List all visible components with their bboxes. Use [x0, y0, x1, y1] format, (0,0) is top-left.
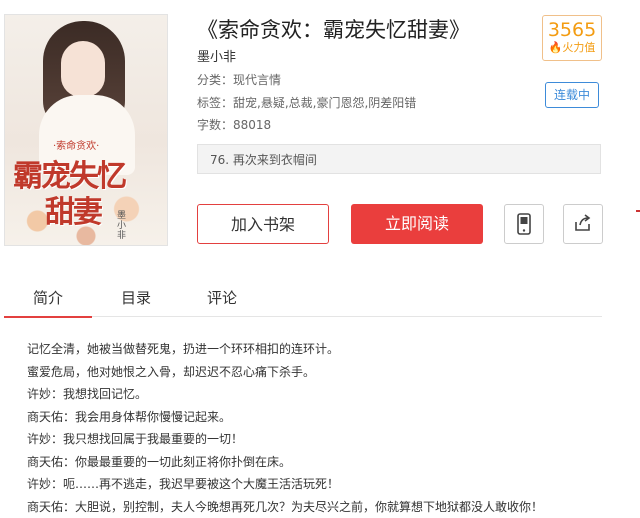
cover-author-mark: 墨小非	[117, 211, 131, 241]
category-label: 分类：	[197, 73, 233, 87]
book-cover-image[interactable]: ·索命贪欢· 霸宠失忆 甜妻 墨小非	[4, 14, 168, 246]
description-line: 蜜爱危局，他对她恨之入骨，却迟迟不忍心痛下杀手。	[27, 361, 543, 384]
description-line: 许妙：我想找回记忆。	[27, 383, 543, 406]
latest-chapter-link[interactable]: 76. 再次来到衣帽间	[197, 144, 601, 174]
tags-value: 甜宠,悬疑,总裁,豪门恩怨,阴差阳错	[233, 96, 416, 110]
read-now-button[interactable]: 立即阅读	[351, 204, 483, 244]
description-line: 商天佑：你最最重要的一切此刻正将你扑倒在床。	[27, 451, 543, 474]
mobile-read-button[interactable]	[504, 204, 544, 244]
word-count-row: 字数：88018	[197, 116, 271, 133]
word-count-value: 88018	[233, 118, 271, 132]
description-line: 许妙：我只想找回属于我最重要的一切！	[27, 428, 543, 451]
cover-small-title: ·索命贪欢·	[53, 137, 99, 152]
edge-marker	[636, 210, 640, 212]
tab-comments[interactable]: 评论	[182, 284, 262, 316]
share-icon	[573, 213, 593, 233]
tab-bar: 简介 目录 评论	[4, 284, 602, 317]
cover-figure-face	[61, 41, 105, 97]
tags-row: 标签：甜宠,悬疑,总裁,豪门恩怨,阴差阳错	[197, 94, 416, 111]
category-value[interactable]: 现代言情	[233, 73, 281, 87]
heat-value: 3565	[543, 19, 601, 41]
share-button[interactable]	[563, 204, 603, 244]
description-line: 商天佑：我会用身体帮你慢慢记起来。	[27, 406, 543, 429]
heat-badge: 3565 🔥火力值	[542, 15, 602, 61]
category-row: 分类：现代言情	[197, 71, 281, 88]
cover-title-line2: 甜妻	[45, 187, 101, 231]
book-title: 《索命贪欢：霸宠失忆甜妻》	[197, 14, 470, 44]
add-to-shelf-button[interactable]: 加入书架	[197, 204, 329, 244]
description-line: 许妙：呃……再不逃走，我迟早要被这个大魔王活活玩死！	[27, 473, 543, 496]
status-badge: 连载中	[545, 82, 599, 108]
word-count-label: 字数：	[197, 118, 233, 132]
book-description: 记忆全清，她被当做替死鬼，扔进一个环环相扣的连环计。 蜜爱危局，他对她恨之入骨，…	[27, 338, 543, 518]
tab-catalog[interactable]: 目录	[96, 284, 176, 316]
tab-intro[interactable]: 简介	[4, 284, 92, 318]
author-link[interactable]: 墨小非	[197, 46, 236, 65]
mobile-phone-icon	[514, 213, 534, 235]
fire-icon: 🔥	[549, 41, 563, 54]
tags-label: 标签：	[197, 96, 233, 110]
heat-label: 火力值	[562, 41, 595, 54]
description-line: 记忆全清，她被当做替死鬼，扔进一个环环相扣的连环计。	[27, 338, 543, 361]
heat-label-row: 🔥火力值	[543, 41, 601, 55]
